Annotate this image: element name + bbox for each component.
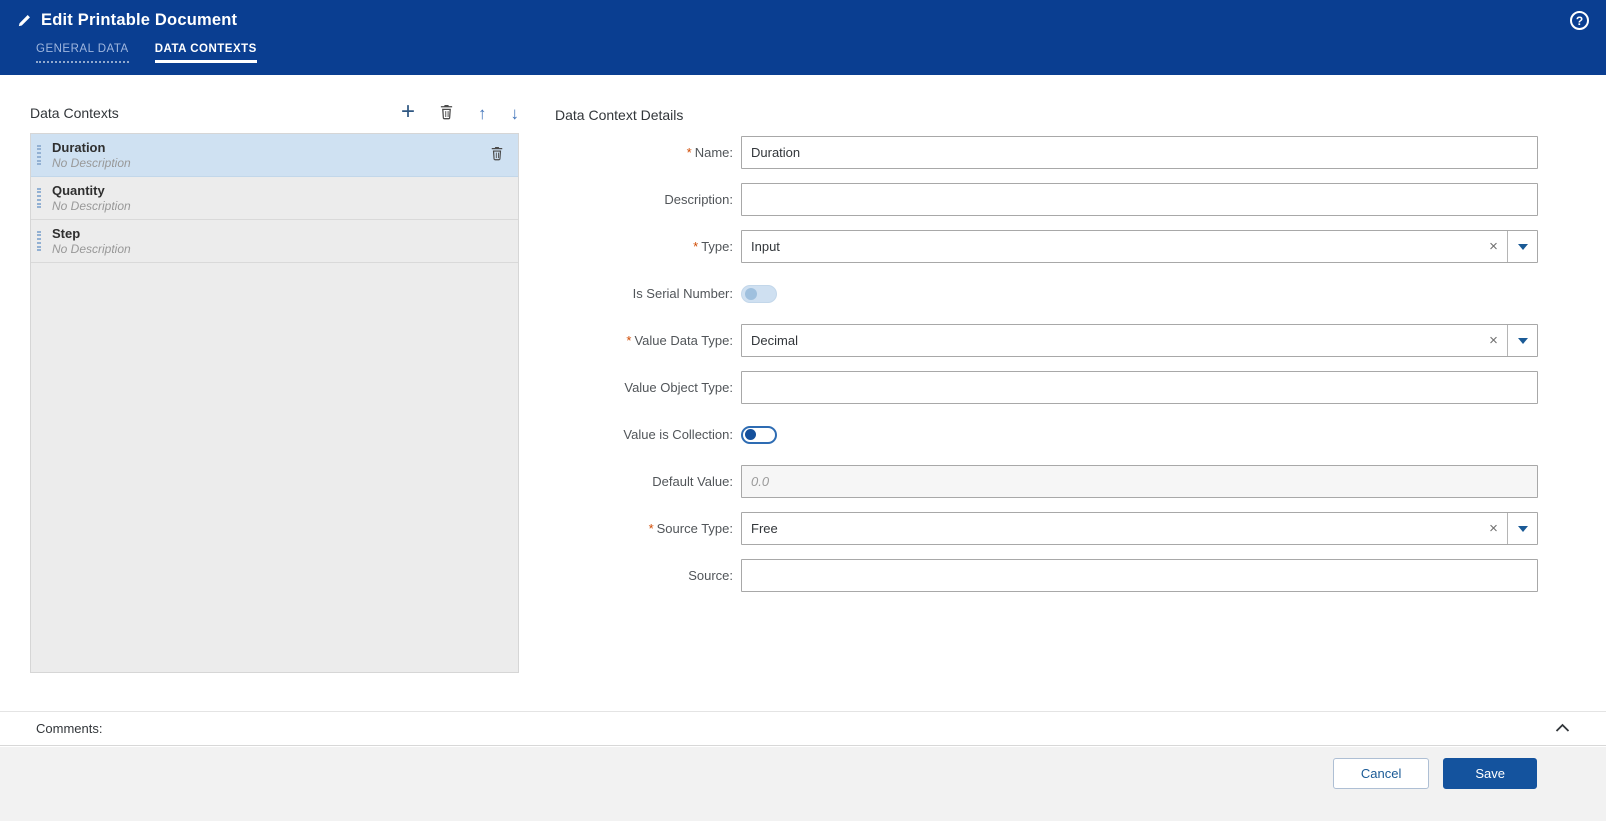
list-item-description: No Description: [52, 242, 131, 257]
row-delete-button[interactable]: [490, 146, 504, 164]
drag-handle-icon[interactable]: [37, 145, 41, 165]
tab-data-contexts[interactable]: DATA CONTEXTS: [154, 43, 257, 63]
source-input[interactable]: [741, 559, 1538, 592]
tab-bar: GENERAL DATA DATA CONTEXTS: [0, 43, 1606, 63]
drag-handle-icon[interactable]: [37, 231, 41, 251]
add-data-context-button[interactable]: +: [401, 100, 415, 124]
trash-icon: [490, 146, 504, 164]
details-panel-title: Data Context Details: [555, 107, 684, 123]
page-title: Edit Printable Document: [41, 11, 238, 29]
clear-icon[interactable]: ×: [1480, 332, 1507, 349]
edit-printable-document-window: Edit Printable Document ? GENERAL DATA D…: [0, 0, 1606, 821]
data-contexts-toolbar: + ↑ ↓: [401, 100, 520, 124]
header: Edit Printable Document ? GENERAL DATA D…: [0, 0, 1606, 75]
drag-handle-icon[interactable]: [37, 188, 41, 208]
cancel-button[interactable]: Cancel: [1332, 758, 1430, 789]
form-row-value-object-type: Value Object Type:: [555, 364, 1538, 411]
form-row-type: * Type: Input ×: [555, 223, 1538, 270]
is-serial-number-label: Is Serial Number:: [632, 286, 733, 301]
title-row: Edit Printable Document ?: [0, 0, 1606, 41]
save-button[interactable]: Save: [1443, 758, 1537, 789]
value-is-collection-toggle[interactable]: [741, 425, 777, 444]
form-row-value-is-collection: Value is Collection:: [555, 411, 1538, 458]
delete-data-context-button[interactable]: [439, 104, 454, 122]
list-item-description: No Description: [52, 156, 131, 171]
required-marker: *: [686, 145, 692, 160]
clear-icon[interactable]: ×: [1480, 238, 1507, 255]
clear-icon[interactable]: ×: [1480, 520, 1507, 537]
chevron-down-icon[interactable]: [1507, 325, 1537, 356]
form-row-source-type: * Source Type: Free ×: [555, 505, 1538, 552]
data-contexts-list: Duration No Description Quantity No Desc…: [30, 133, 519, 673]
value-data-type-value: Decimal: [751, 333, 798, 348]
data-contexts-panel-header: Data Contexts + ↑ ↓: [30, 100, 519, 126]
list-item-name: Step: [52, 225, 81, 241]
source-type-label: * Source Type:: [648, 521, 733, 536]
footer-bar: Cancel Save: [0, 747, 1606, 821]
form-row-value-data-type: * Value Data Type: Decimal ×: [555, 317, 1538, 364]
move-down-button[interactable]: ↓: [511, 105, 520, 122]
value-is-collection-label: Value is Collection:: [623, 427, 733, 442]
value-object-type-label: Value Object Type:: [624, 380, 733, 395]
data-contexts-panel-title: Data Contexts: [30, 105, 119, 121]
description-label: Description:: [664, 192, 733, 207]
form-row-description: Description:: [555, 176, 1538, 223]
comments-label: Comments:: [36, 721, 103, 736]
value-data-type-label: * Value Data Type:: [626, 333, 733, 348]
chevron-up-icon: [1555, 721, 1570, 736]
comments-section: Comments:: [0, 711, 1606, 746]
type-combobox[interactable]: Input ×: [741, 230, 1538, 263]
list-item-name: Duration: [52, 139, 106, 155]
source-label: Source:: [688, 568, 733, 583]
trash-icon: [439, 104, 454, 122]
required-marker: *: [693, 239, 699, 254]
form-row-source: Source:: [555, 552, 1538, 599]
pencil-icon: [17, 14, 31, 28]
form-row-name: * Name:: [555, 129, 1538, 176]
help-icon[interactable]: ?: [1570, 11, 1589, 30]
list-item-step[interactable]: Step No Description: [31, 220, 518, 263]
type-value: Input: [751, 239, 780, 254]
name-label: * Name:: [686, 145, 733, 160]
chevron-down-icon[interactable]: [1507, 513, 1537, 544]
tab-general-data[interactable]: GENERAL DATA: [36, 43, 129, 63]
value-object-type-input[interactable]: [741, 371, 1538, 404]
default-value-label: Default Value:: [652, 474, 733, 489]
data-context-form: *Name: Description: *Type: Input × Is Se…: [555, 129, 1538, 599]
default-value-input[interactable]: [741, 465, 1538, 498]
chevron-down-icon[interactable]: [1507, 231, 1537, 262]
list-item-name: Quantity: [52, 182, 105, 198]
required-marker: *: [626, 333, 632, 348]
required-marker: *: [648, 521, 654, 536]
source-type-value: Free: [751, 521, 778, 536]
move-up-button[interactable]: ↑: [478, 105, 487, 122]
list-item-quantity[interactable]: Quantity No Description: [31, 177, 518, 220]
value-data-type-combobox[interactable]: Decimal ×: [741, 324, 1538, 357]
list-item-duration[interactable]: Duration No Description: [31, 134, 518, 177]
name-input[interactable]: [741, 136, 1538, 169]
source-type-combobox[interactable]: Free ×: [741, 512, 1538, 545]
collapse-comments-button[interactable]: [1555, 721, 1570, 736]
type-label: * Type:: [693, 239, 733, 254]
list-item-description: No Description: [52, 199, 131, 214]
form-row-is-serial-number: Is Serial Number:: [555, 270, 1538, 317]
is-serial-number-toggle[interactable]: [741, 284, 777, 303]
description-input[interactable]: [741, 183, 1538, 216]
form-row-default-value: Default Value:: [555, 458, 1538, 505]
